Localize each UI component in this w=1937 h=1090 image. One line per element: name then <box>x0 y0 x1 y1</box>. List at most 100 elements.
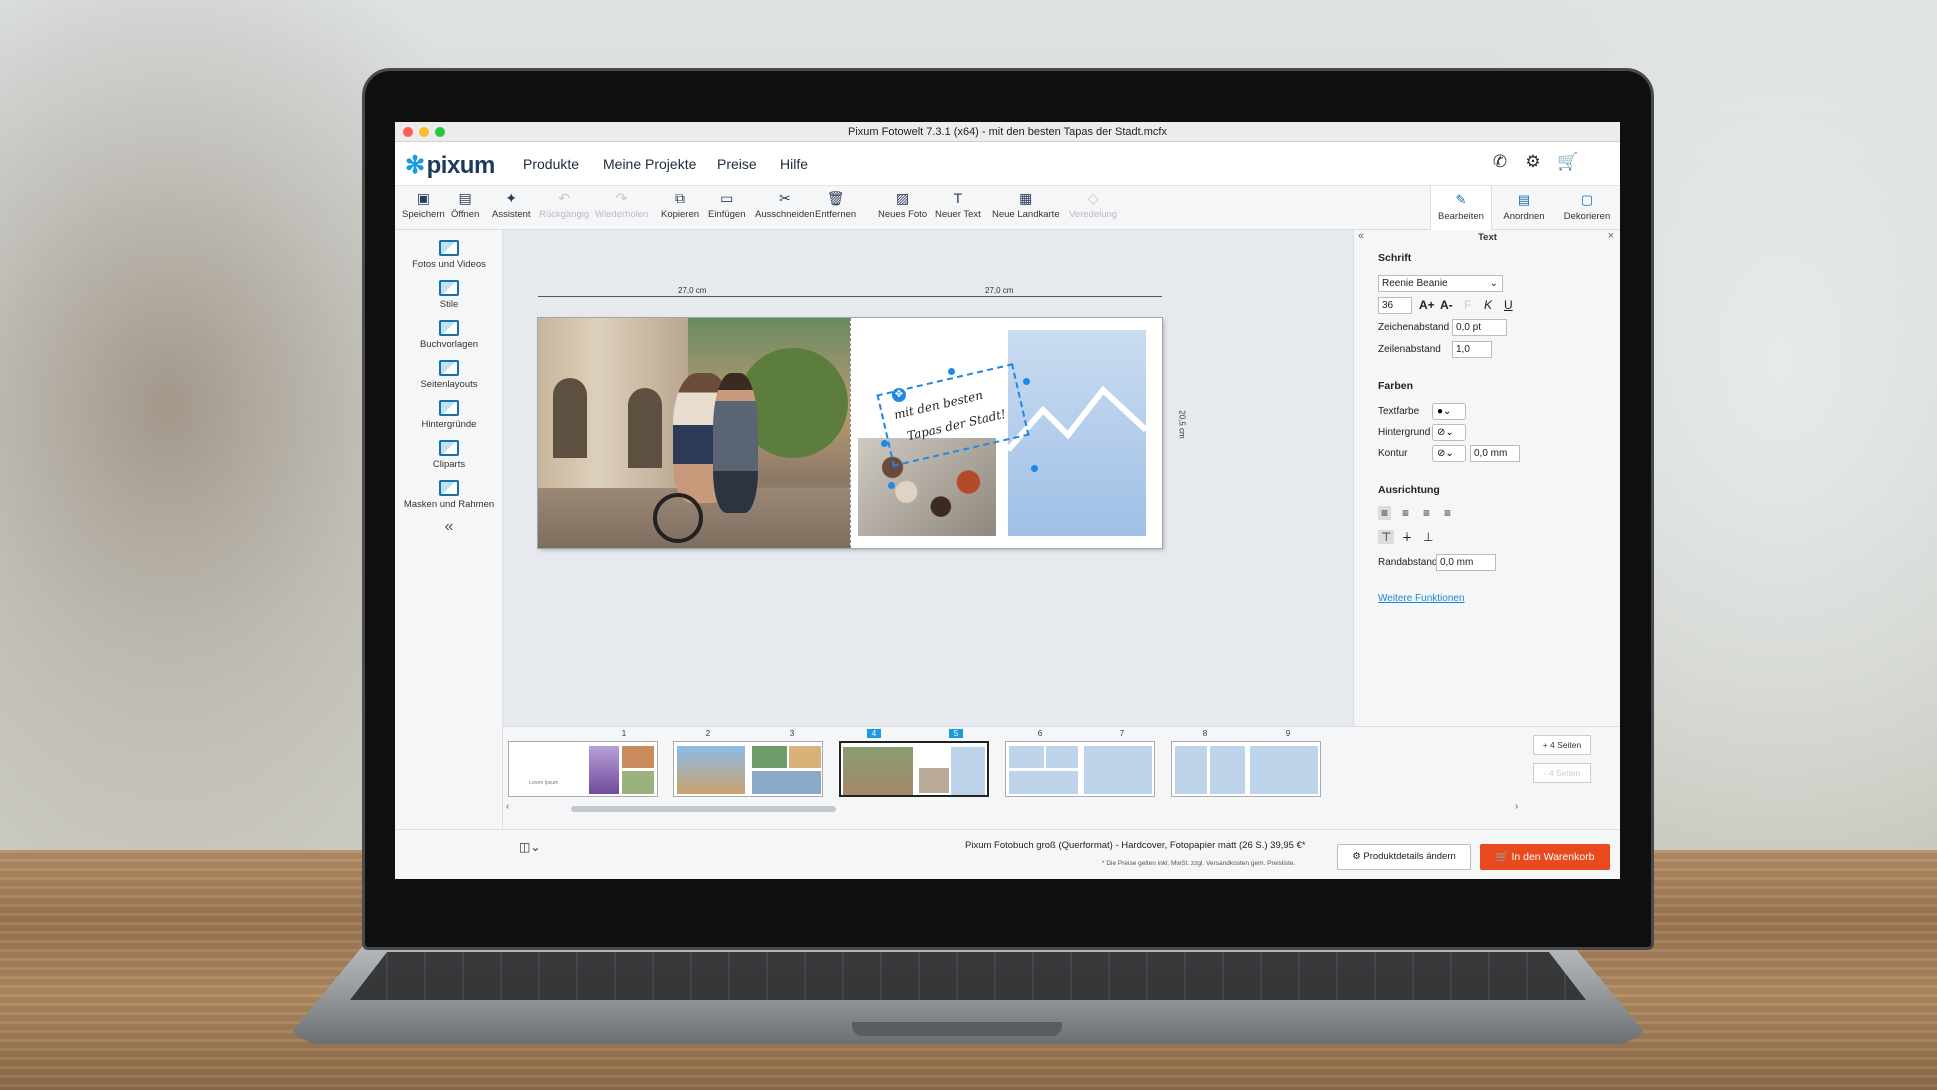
edit-icon: ✎ <box>1455 192 1467 207</box>
arrange-icon: ▤ <box>1517 192 1531 207</box>
copy-button[interactable]: ⧉ Kopieren <box>661 189 699 220</box>
new-photo-button[interactable]: ▨ Neues Foto <box>878 189 927 220</box>
close-window-button[interactable] <box>403 127 413 137</box>
panel-backgrounds[interactable]: Hintergründe <box>395 400 503 430</box>
font-select[interactable]: Reenie Beanie ⌄ <box>1378 275 1503 292</box>
resize-handle[interactable] <box>881 440 888 447</box>
menu-preise[interactable]: Preise <box>717 156 757 172</box>
resize-handle[interactable] <box>1031 465 1038 472</box>
redo-button[interactable]: ↷ Wiederholen <box>595 189 648 220</box>
font-shrink-icon[interactable]: A- <box>1440 298 1453 312</box>
letter-spacing-input[interactable]: 0,0 pt <box>1452 319 1507 336</box>
resize-handle[interactable] <box>888 482 895 489</box>
photo-person-man <box>713 373 758 513</box>
page-strip: Lorem Ipsum 1 2 3 4 5 6 7 8 9 + 4 Seiten… <box>503 726 1620 829</box>
book-spread[interactable]: mit den besten Tapas der Stadt! ✥ <box>538 318 1162 548</box>
pixum-logo[interactable]: ✻pixum <box>405 151 495 180</box>
veredelung-button[interactable]: ◇ Veredelung <box>1069 189 1117 220</box>
collapse-panel-button[interactable]: « <box>395 518 503 536</box>
line-spacing-input[interactable]: 1,0 <box>1452 341 1492 358</box>
background-icon <box>439 400 459 416</box>
page-thumb-6-7[interactable] <box>1005 741 1155 797</box>
label-zeilenabstand: Zeilenabstand <box>1378 344 1441 355</box>
valign-top-icon[interactable]: ⊤ <box>1378 530 1395 544</box>
paste-button[interactable]: ▭ Einfügen <box>708 189 746 220</box>
panel-page-layouts[interactable]: Seitenlayouts <box>395 360 503 390</box>
panel-title: Text <box>1478 232 1497 243</box>
panel-styles[interactable]: Stile <box>395 280 503 310</box>
layout-icon <box>439 360 459 376</box>
menu-produkte[interactable]: Produkte <box>523 156 579 172</box>
clipart-icon <box>439 440 459 456</box>
remove-pages-button[interactable]: - 4 Seiten <box>1533 763 1591 783</box>
dimension-right: 27,0 cm <box>985 286 1014 295</box>
save-button[interactable]: ▣ Speichern <box>402 189 445 220</box>
outline-color-picker[interactable]: ⊘⌄ <box>1432 445 1466 462</box>
menu-hilfe[interactable]: Hilfe <box>780 156 808 172</box>
minimize-window-button[interactable] <box>419 127 429 137</box>
gear-icon: ⚙ <box>1352 851 1364 862</box>
move-icon[interactable]: ✥ <box>892 388 906 402</box>
section-ausrichtung[interactable]: Ausrichtung <box>1378 484 1440 496</box>
cart-icon[interactable]: 🛒 <box>1557 152 1579 174</box>
italic-button[interactable]: K <box>1484 298 1492 312</box>
outline-width-input[interactable]: 0,0 mm <box>1470 445 1520 462</box>
add-to-cart-button[interactable]: 🛒 In den Warenkorb <box>1480 844 1610 870</box>
align-center-icon[interactable]: ≡ <box>1402 506 1409 520</box>
zoom-window-button[interactable] <box>435 127 445 137</box>
section-farben[interactable]: Farben <box>1378 380 1413 392</box>
more-functions-link[interactable]: Weitere Funktionen <box>1378 593 1465 604</box>
label-zeichenabstand: Zeichenabstand <box>1378 322 1450 333</box>
text-color-picker[interactable]: ●⌄ <box>1432 403 1466 420</box>
scroll-left-icon[interactable]: ‹ <box>506 801 509 812</box>
new-text-button[interactable]: T Neuer Text <box>935 189 981 220</box>
resize-handle[interactable] <box>948 368 955 375</box>
menu-meine-projekte[interactable]: Meine Projekte <box>603 156 696 172</box>
page-thumb-8-9[interactable] <box>1171 741 1321 797</box>
photo-couple-bicycle[interactable] <box>538 318 850 548</box>
panel-photos-videos[interactable]: Fotos und Videos <box>395 240 503 270</box>
page-number: 7 <box>1119 729 1125 738</box>
valign-middle-icon[interactable]: ∔ <box>1402 530 1412 544</box>
page-thumb-2-3[interactable] <box>673 741 823 797</box>
cut-button[interactable]: ✂ Ausschneiden <box>755 189 815 220</box>
tab-anordnen[interactable]: ▤ Anordnen <box>1493 186 1555 230</box>
panel-cliparts[interactable]: Cliparts <box>395 440 503 470</box>
underline-button[interactable]: U <box>1504 298 1513 312</box>
phone-icon[interactable]: ✆ <box>1489 152 1511 174</box>
assistant-button[interactable]: ✦ Assistent <box>492 189 531 220</box>
dimension-height: 20,5 cm <box>1177 410 1187 439</box>
align-left-icon[interactable]: ≡ <box>1378 506 1392 520</box>
text-icon: T <box>953 190 963 206</box>
new-map-button[interactable]: ▦ Neue Landkarte <box>992 189 1060 220</box>
undo-button[interactable]: ↶ Rückgängig <box>539 189 589 220</box>
justify-icon[interactable]: ≡ <box>1444 506 1451 520</box>
panel-book-templates[interactable]: Buchvorlagen <box>395 320 503 350</box>
open-button[interactable]: ▤ Öffnen <box>451 189 479 220</box>
page-thumb-4-5[interactable] <box>839 741 989 797</box>
page-thumb-cover[interactable]: Lorem Ipsum <box>508 741 658 797</box>
align-right-icon[interactable]: ≡ <box>1423 506 1430 520</box>
strip-scrollbar[interactable] <box>571 806 836 812</box>
section-schrift[interactable]: Schrift <box>1378 252 1411 264</box>
valign-bottom-icon[interactable]: ⊥ <box>1423 530 1433 544</box>
delete-button[interactable]: 🗑 Entfernen <box>815 189 856 220</box>
spread-fold-line <box>850 318 851 548</box>
panel-masks-frames[interactable]: Masken und Rahmen <box>395 480 503 510</box>
font-size-select[interactable]: 36 <box>1378 297 1412 314</box>
bold-button[interactable]: F <box>1464 298 1471 312</box>
background-color-picker[interactable]: ⊘⌄ <box>1432 424 1466 441</box>
add-pages-button[interactable]: + 4 Seiten <box>1533 735 1591 755</box>
tab-bearbeiten[interactable]: ✎ Bearbeiten <box>1430 186 1492 230</box>
view-mode-icon[interactable]: ◫⌄ <box>519 840 540 854</box>
font-grow-icon[interactable]: A+ <box>1419 298 1435 312</box>
chevron-down-icon: ⌄ <box>1489 278 1498 289</box>
tab-dekorieren[interactable]: ▢ Dekorieren <box>1556 186 1618 230</box>
scroll-right-icon[interactable]: › <box>1515 801 1518 812</box>
gear-icon[interactable]: ⚙ <box>1522 152 1544 174</box>
toolbar: ▣ Speichern ▤ Öffnen ✦ Assistent ↶ Rückgängi… <box>395 186 1620 230</box>
page-number-selected: 4 <box>867 729 881 738</box>
resize-handle[interactable] <box>1023 378 1030 385</box>
product-details-button[interactable]: ⚙ Produktdetails ändern <box>1337 844 1471 870</box>
margin-input[interactable]: 0,0 mm <box>1436 554 1496 571</box>
